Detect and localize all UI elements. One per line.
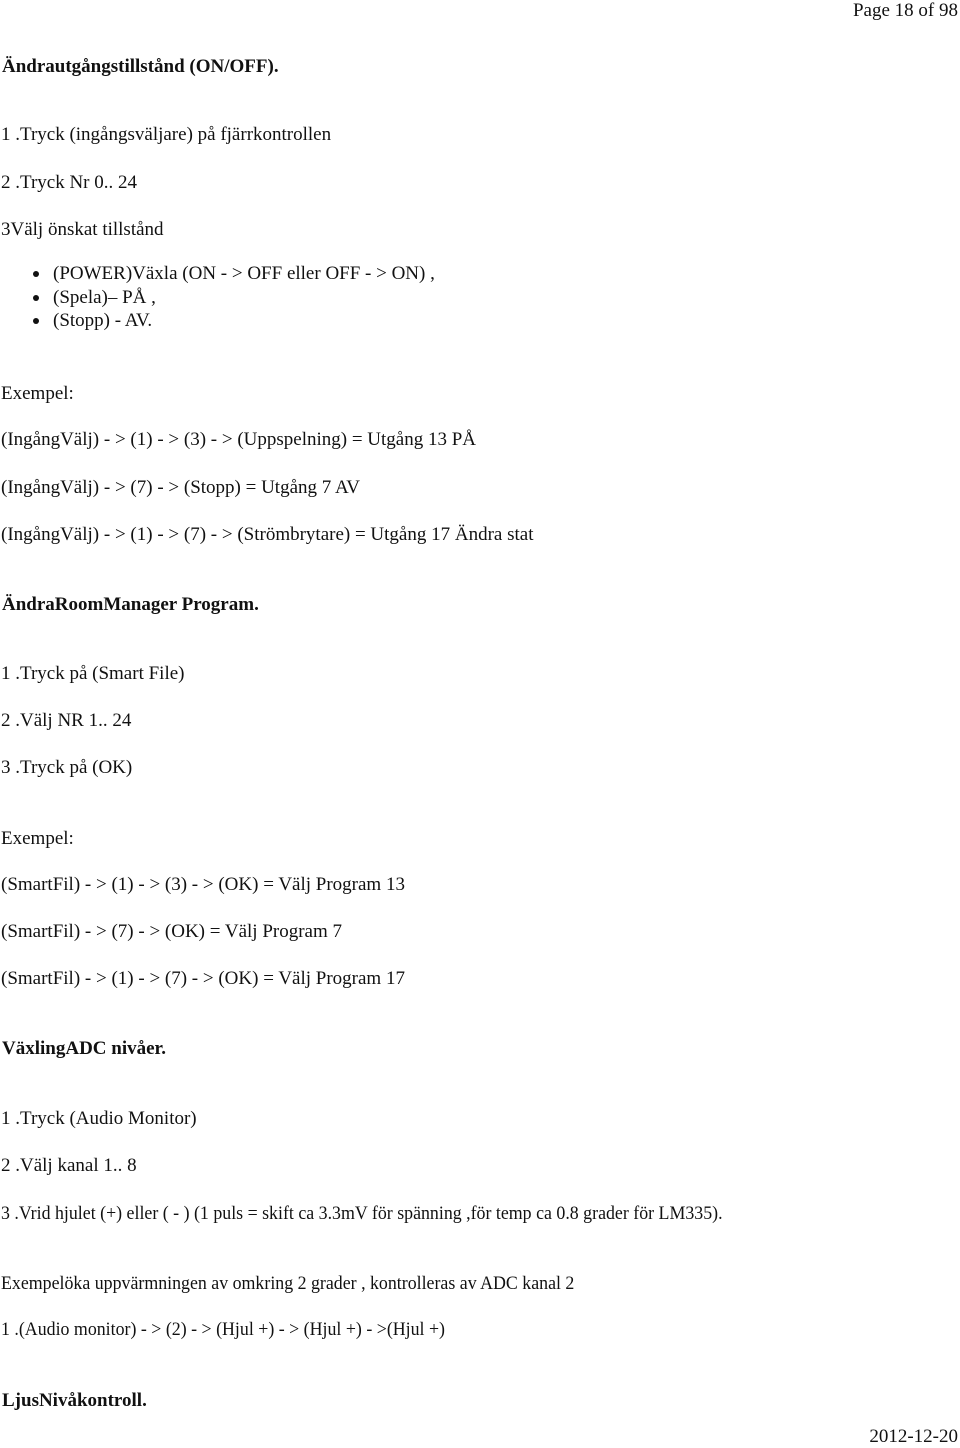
section-heading-roommanager-program: ÄndraRoomManager Program. [2, 594, 259, 615]
example-label: Exempel: [1, 383, 74, 404]
section-heading-output-state: Ändrautgångstillstånd (ON/OFF). [2, 56, 279, 77]
step-2: 2 .Välj NR 1.. 24 [1, 710, 132, 731]
example-text: Exempelöka uppvärmningen av omkring 2 gr… [1, 1273, 575, 1294]
section-heading-light-level-control: LjusNivåkontroll. [2, 1390, 147, 1411]
page-indicator: Page 18 of 98 [852, 0, 958, 21]
list-item: (Stopp) - AV. [0, 309, 435, 333]
example-line: 1 .(Audio monitor) - > (2) - > (Hjul +) … [1, 1319, 446, 1340]
step-3: 3 .Tryck på (OK) [1, 757, 133, 778]
step-1: 1 .Tryck på (Smart File) [1, 663, 185, 684]
state-options-list: (POWER)Växla (ON - > OFF eller OFF - > O… [0, 262, 435, 333]
list-item: (POWER)Växla (ON - > OFF eller OFF - > O… [0, 262, 435, 286]
example-line: (IngångVälj) - > (7) - > (Stopp) = Utgån… [1, 477, 360, 498]
example-line: (SmartFil) - > (7) - > (OK) = Välj Progr… [1, 921, 343, 942]
step-3: 3 .Vrid hjulet (+) eller ( - ) (1 puls =… [1, 1203, 723, 1224]
example-line: (IngångVälj) - > (1) - > (7) - > (Strömb… [1, 524, 534, 545]
step-2: 2 .Tryck Nr 0.. 24 [1, 172, 137, 193]
step-1: 1 .Tryck (ingångsväljare) på fjärrkontro… [1, 124, 332, 145]
example-line: (IngångVälj) - > (1) - > (3) - > (Uppspe… [1, 429, 477, 450]
example-label: Exempel: [1, 828, 74, 849]
step-1: 1 .Tryck (Audio Monitor) [1, 1108, 197, 1129]
step-3: 3Välj önskat tillstånd [1, 219, 164, 240]
example-line: (SmartFil) - > (1) - > (7) - > (OK) = Vä… [1, 968, 405, 989]
footer-date: 2012-12-20 [869, 1426, 958, 1447]
list-item: (Spela)– PÅ , [0, 286, 435, 310]
section-heading-adc-levels: VäxlingADC nivåer. [2, 1038, 166, 1059]
example-line: (SmartFil) - > (1) - > (3) - > (OK) = Vä… [1, 874, 405, 895]
step-2: 2 .Välj kanal 1.. 8 [1, 1155, 137, 1176]
